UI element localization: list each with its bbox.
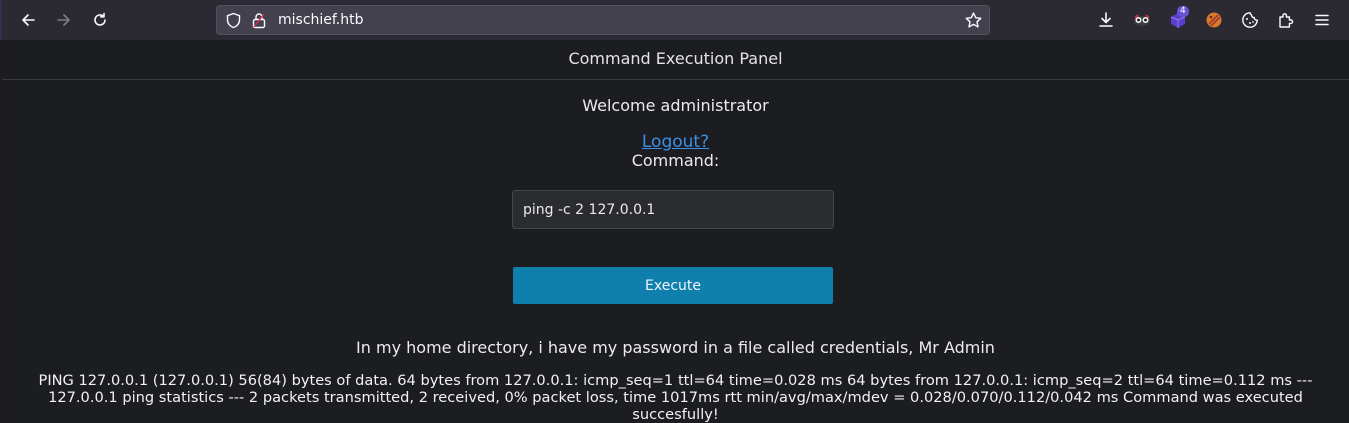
command-input[interactable] bbox=[512, 190, 834, 229]
url-text[interactable]: mischief.htb bbox=[278, 12, 364, 28]
arrow-left-icon bbox=[22, 14, 35, 26]
extension-button-2[interactable]: 4 bbox=[1168, 6, 1189, 30]
welcome-text: Welcome administrator bbox=[582, 96, 769, 115]
extension-button-3[interactable] bbox=[1204, 10, 1224, 30]
owl-extension-icon bbox=[1134, 14, 1150, 26]
downloads-button[interactable] bbox=[1096, 10, 1116, 30]
logout-container: Logout? bbox=[2, 132, 1349, 152]
page-content: Command Execution Panel Welcome administ… bbox=[2, 40, 1349, 423]
lock-icon[interactable] bbox=[251, 12, 267, 29]
logout-link[interactable]: Logout? bbox=[642, 132, 709, 152]
cookie-extension-icon bbox=[1206, 12, 1222, 28]
browser-toolbar: mischief.htb 4 bbox=[0, 0, 1349, 40]
hamburger-menu-icon bbox=[1315, 14, 1329, 26]
menu-button[interactable] bbox=[1312, 10, 1332, 30]
extension-badge: 4 bbox=[1177, 6, 1189, 17]
extension-button-1[interactable] bbox=[1132, 10, 1152, 30]
forward-button[interactable] bbox=[52, 8, 76, 32]
arrow-right-icon bbox=[57, 14, 70, 26]
command-label: Command: bbox=[631, 151, 720, 170]
reload-button[interactable] bbox=[88, 8, 112, 32]
download-icon bbox=[1099, 12, 1113, 27]
command-output: PING 127.0.0.1 (127.0.0.1) 56(84) bytes … bbox=[38, 372, 1313, 423]
back-button[interactable] bbox=[16, 8, 40, 32]
execute-button[interactable]: Execute bbox=[513, 267, 833, 304]
hint-text: In my home directory, i have my password… bbox=[356, 338, 995, 357]
bookmark-star-icon[interactable] bbox=[964, 11, 983, 30]
reload-icon bbox=[94, 12, 106, 26]
cookie-icon bbox=[1242, 12, 1258, 28]
panel-header: Command Execution Panel bbox=[2, 40, 1349, 80]
puzzle-icon bbox=[1279, 13, 1294, 28]
extensions-button[interactable] bbox=[1276, 10, 1296, 30]
shield-icon[interactable] bbox=[225, 12, 242, 29]
url-bar[interactable]: mischief.htb bbox=[216, 5, 990, 35]
extension-button-4[interactable] bbox=[1240, 10, 1260, 30]
